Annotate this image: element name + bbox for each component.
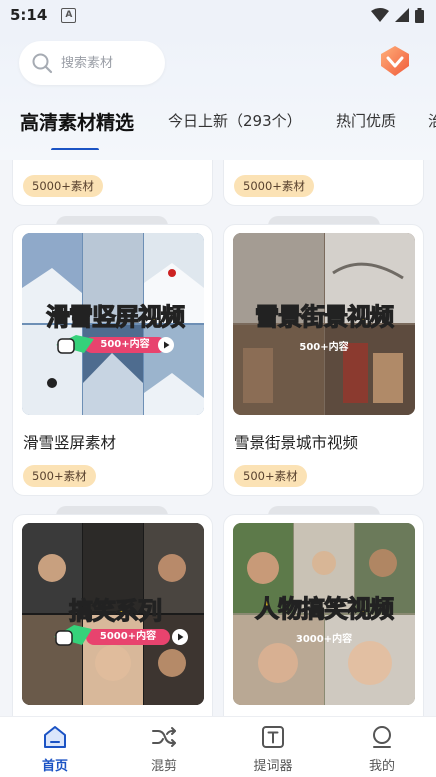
card-title: 滑雪竖屏素材 bbox=[23, 434, 117, 452]
thumbnail-headline: 人物搞笑视频 bbox=[254, 594, 394, 623]
shuffle-icon bbox=[152, 727, 176, 747]
wifi-icon bbox=[371, 8, 389, 22]
tab-today-new[interactable]: 今日上新（293个） bbox=[168, 110, 302, 131]
active-tab-indicator bbox=[51, 148, 99, 150]
nav-label: 混剪 bbox=[150, 759, 177, 774]
tab-hd-selection[interactable]: 高清素材精选 bbox=[20, 108, 134, 135]
search-icon bbox=[32, 53, 53, 74]
nav-teleprompter[interactable]: 提词器 bbox=[233, 717, 313, 777]
pointing-hand-icon bbox=[56, 335, 94, 354]
play-icon bbox=[172, 629, 188, 645]
nav-home[interactable]: 首页 bbox=[15, 717, 95, 777]
thumbnail-ski: 滑雪竖屏视频 500+内容 bbox=[22, 233, 204, 415]
nav-label: 提词器 bbox=[253, 759, 293, 774]
profile-icon bbox=[373, 726, 391, 748]
material-card-ski[interactable]: 滑雪竖屏视频 500+内容 滑雪竖屏素材 500+素材 bbox=[12, 224, 213, 496]
count-badge: 5000+素材 bbox=[234, 175, 314, 197]
status-time: 5:14 bbox=[10, 6, 48, 24]
teleprompter-icon bbox=[262, 726, 284, 748]
tab-hot-quality[interactable]: 热门优质 bbox=[336, 110, 396, 131]
search-input[interactable] bbox=[59, 54, 163, 72]
home-icon bbox=[44, 726, 66, 748]
count-badge: 500+素材 bbox=[234, 465, 307, 487]
card-title: 雪景街景城市视频 bbox=[234, 434, 359, 452]
nav-label: 我的 bbox=[368, 759, 395, 774]
signal-icon bbox=[395, 8, 409, 22]
play-icon bbox=[158, 337, 174, 353]
material-card-funny[interactable]: 搞笑系列 5000+内容 bbox=[12, 514, 213, 716]
battery-icon bbox=[415, 7, 424, 23]
search-bar[interactable] bbox=[19, 41, 165, 85]
nav-profile[interactable]: 我的 bbox=[342, 717, 422, 777]
material-card-people-funny[interactable]: 人物搞笑视频 3000+内容 bbox=[223, 514, 424, 716]
material-grid: 5000+素材 5000+素材 滑雪竖屏视频 500+内容 滑雪竖屏素材 500… bbox=[0, 160, 436, 716]
thumbnail-funny: 搞笑系列 5000+内容 bbox=[22, 523, 204, 705]
thumbnail-people-funny: 人物搞笑视频 3000+内容 bbox=[233, 523, 415, 705]
thumbnail-headline: 滑雪竖屏视频 bbox=[45, 302, 185, 331]
material-card[interactable]: 5000+素材 bbox=[223, 160, 424, 206]
thumbnail-headline: 雪景街景视频 bbox=[254, 302, 394, 331]
pointing-hand-icon bbox=[54, 625, 92, 646]
material-card-snow-street[interactable]: 雪景街景视频 500+内容 雪景街景城市视频 500+素材 bbox=[223, 224, 424, 496]
notification-a-icon: A bbox=[61, 7, 77, 23]
count-badge: 5000+素材 bbox=[23, 175, 103, 197]
thumbnail-snow-street: 雪景街景视频 500+内容 bbox=[233, 233, 415, 415]
bottom-navigation: 首页 混剪 提词器 我的 bbox=[0, 716, 436, 777]
material-card[interactable]: 5000+素材 bbox=[12, 160, 213, 206]
category-tabs: 高清素材精选 今日上新（293个） 热门优质 治 bbox=[0, 100, 436, 150]
status-indicators bbox=[371, 7, 424, 23]
thumbnail-pill: 3000+内容 bbox=[295, 634, 353, 645]
nav-mix-edit[interactable]: 混剪 bbox=[124, 717, 204, 777]
tab-partial[interactable]: 治 bbox=[428, 110, 436, 131]
count-badge: 500+素材 bbox=[23, 465, 96, 487]
status-bar: 5:14 A bbox=[0, 0, 436, 30]
thumbnail-pill: 500+内容 bbox=[299, 342, 349, 353]
header: 高清素材精选 今日上新（293个） 热门优质 治 bbox=[0, 30, 436, 160]
nav-label: 首页 bbox=[41, 759, 68, 774]
thumbnail-pill: 5000+内容 bbox=[86, 629, 170, 645]
vip-diamond-icon[interactable] bbox=[378, 44, 412, 78]
